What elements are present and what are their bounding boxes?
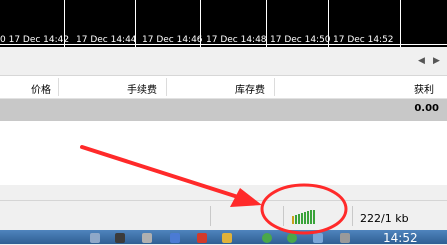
annotation-arrow-shaft: [80, 145, 240, 199]
annotation-circle: [260, 183, 348, 235]
annotation-overlay: [80, 145, 348, 235]
